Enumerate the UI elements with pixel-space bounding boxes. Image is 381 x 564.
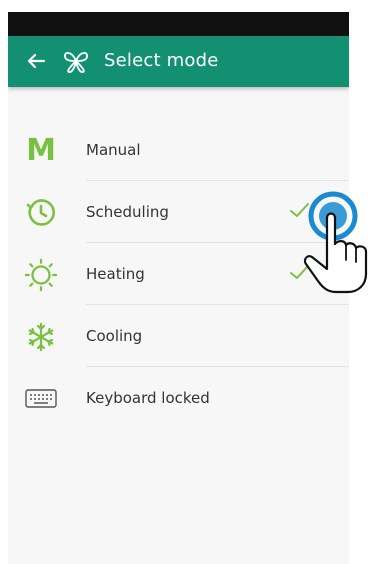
snowflake-icon (24, 320, 58, 354)
clock-icon (24, 196, 58, 230)
back-arrow-icon[interactable] (24, 49, 48, 73)
mode-label: Cooling (86, 327, 143, 345)
mode-label: Manual (86, 141, 141, 159)
keyboard-icon (24, 382, 58, 416)
tap-hand-cursor-icon (296, 182, 381, 307)
butterfly-logo-icon (62, 47, 90, 75)
mode-label: Heating (86, 265, 145, 283)
mode-item-manual[interactable]: M Manual (8, 119, 349, 181)
mode-item-keyboard-locked[interactable]: Keyboard locked (8, 367, 349, 429)
mode-item-cooling[interactable]: Cooling (8, 305, 349, 367)
app-bar: Select mode (8, 36, 349, 87)
mode-label: Keyboard locked (86, 389, 210, 407)
status-bar (8, 12, 349, 36)
mode-label: Scheduling (86, 203, 169, 221)
manual-m-icon: M (26, 133, 56, 168)
page-title: Select mode (104, 50, 219, 71)
sun-icon (24, 258, 58, 292)
